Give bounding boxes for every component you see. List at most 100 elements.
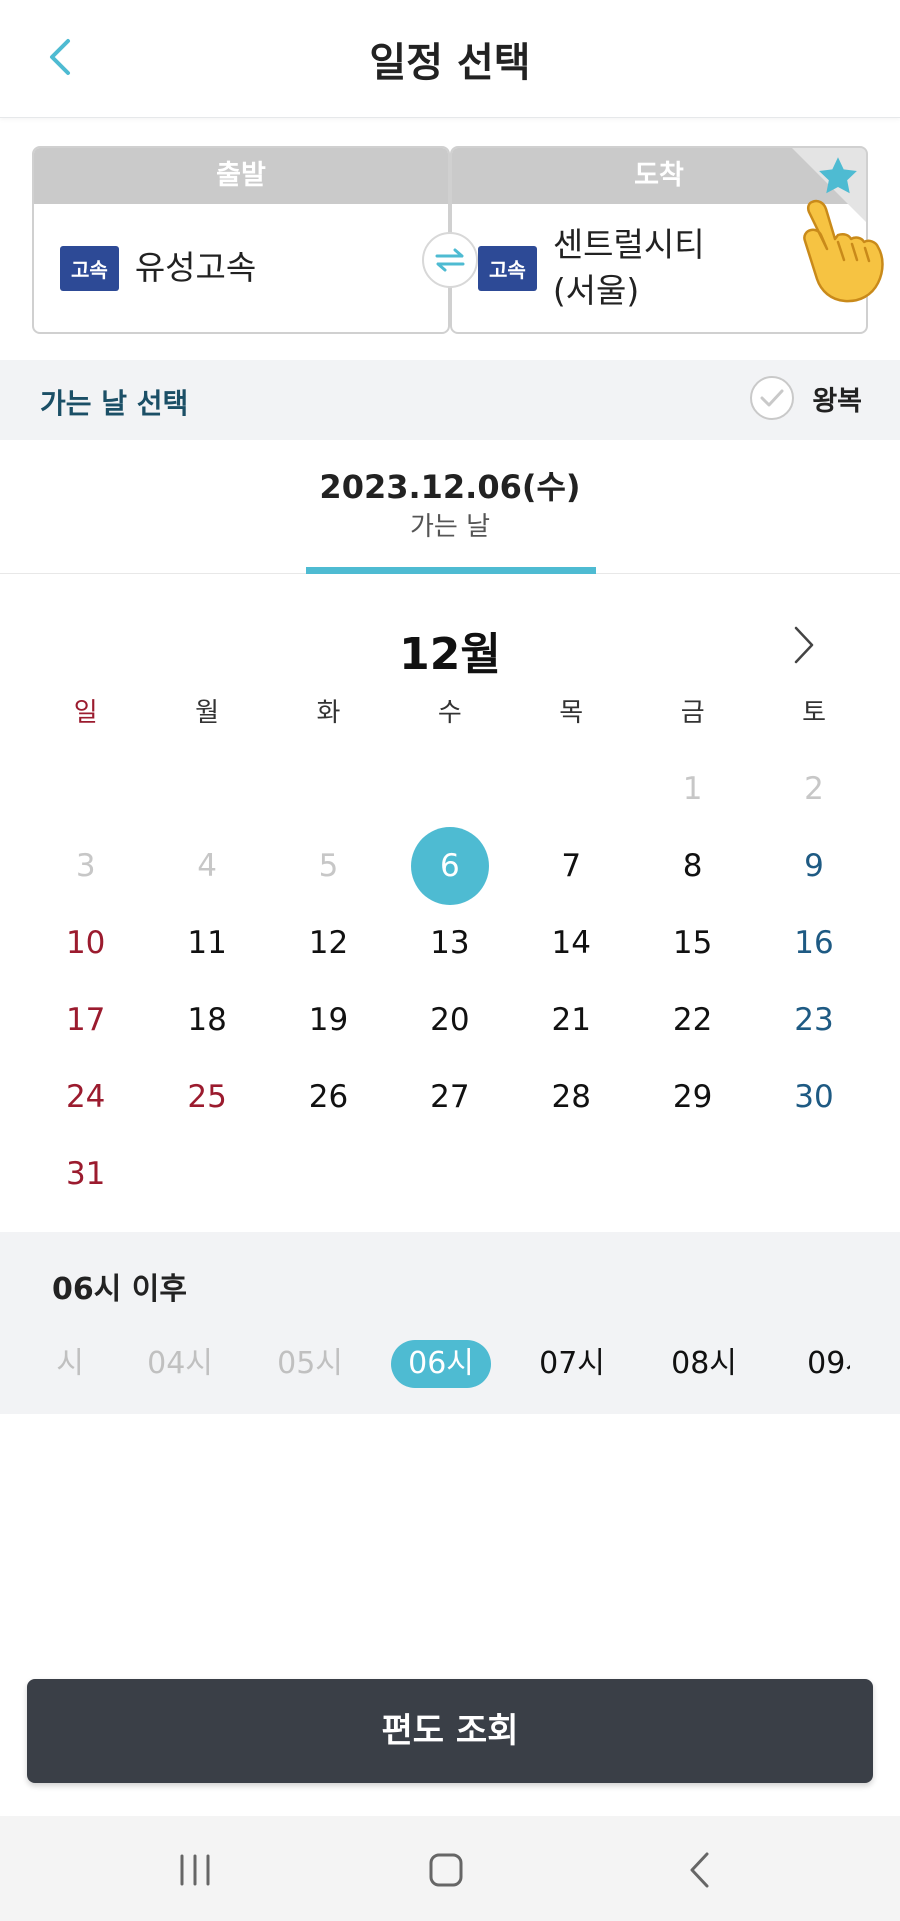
calendar-day[interactable]: 20 <box>389 981 510 1058</box>
calendar-day[interactable]: 12 <box>268 904 389 981</box>
star-icon <box>819 157 857 194</box>
recent-apps-icon <box>180 1854 210 1886</box>
calendar-day[interactable]: 19 <box>268 981 389 1058</box>
calendar-day[interactable]: 17 <box>25 981 146 1058</box>
calendar-empty-cell <box>389 750 510 827</box>
arrival-terminal: 센트럴시티 (서울) <box>553 222 723 314</box>
departure-badge: 고속 <box>60 245 119 291</box>
calendar-empty-cell <box>632 1135 753 1212</box>
date-section-bar: 가는 날 선택 왕복 <box>0 360 900 440</box>
selected-date-tab[interactable]: 2023.12.06(수) 가는 날 <box>0 440 900 574</box>
pointing-hand-icon <box>803 199 884 303</box>
weekday-label: 일 <box>73 698 98 728</box>
chevron-right-icon <box>794 626 814 664</box>
calendar-day: 2 <box>804 770 824 807</box>
calendar-day[interactable]: 18 <box>146 981 267 1058</box>
month-title: 12월 <box>399 629 501 680</box>
calendar-day[interactable]: 27 <box>389 1058 510 1135</box>
calendar-empty-cell <box>268 1135 389 1212</box>
weekday-label: 수 <box>437 698 462 728</box>
departure-date-label: 가는 날 선택 <box>40 387 189 420</box>
calendar-day[interactable]: 23 <box>753 981 874 1058</box>
calendar-day[interactable]: 10 <box>25 904 146 981</box>
time-option[interactable]: 07시 <box>532 1340 612 1388</box>
calendar-day[interactable]: 26 <box>268 1058 389 1135</box>
weekday-label: 금 <box>680 698 705 728</box>
calendar-grid: 1 2 3 4 5 6 7 8 9 10 11 12 13 14 15 16 1… <box>25 750 875 1212</box>
calendar-empty-cell <box>511 1135 632 1212</box>
calendar-day[interactable]: 9 <box>753 827 874 904</box>
calendar-empty-cell <box>753 1135 874 1212</box>
departure-box[interactable]: 출발 고속 유성고속 <box>32 146 450 334</box>
weekday-label: 목 <box>559 698 584 728</box>
one-way-search-button[interactable]: 편도 조회 <box>27 1679 873 1783</box>
calendar-day-holiday[interactable]: 25 <box>146 1058 267 1135</box>
calendar-day[interactable]: 11 <box>146 904 267 981</box>
departure-terminal: 유성고속 <box>134 248 257 287</box>
active-tab-indicator <box>306 567 596 574</box>
time-option: 04시 <box>147 1346 213 1381</box>
calendar-day[interactable]: 30 <box>753 1058 874 1135</box>
arrival-terminal-line1: 센트럴시티 <box>552 225 705 264</box>
system-navigation-bar <box>0 1816 900 1921</box>
calendar-empty-cell <box>146 750 267 827</box>
calendar-day[interactable]: 14 <box>511 904 632 981</box>
time-option[interactable]: 08시 <box>664 1340 744 1388</box>
calendar-empty-cell <box>389 1135 510 1212</box>
calendar-day[interactable]: 13 <box>389 904 510 981</box>
selected-date: 2023.12.06(수) <box>319 468 581 506</box>
calendar-week: 24 25 26 27 28 29 30 <box>25 1058 875 1135</box>
swap-arrows-icon <box>435 248 465 272</box>
time-option: 05시 <box>277 1346 343 1381</box>
calendar-day[interactable]: 24 <box>25 1058 146 1135</box>
time-filter-title: 06시 이후 <box>52 1272 187 1307</box>
calendar-day[interactable]: 21 <box>511 981 632 1058</box>
next-month-button[interactable] <box>782 620 826 670</box>
arrival-badge: 고속 <box>478 245 537 291</box>
calendar-empty-cell <box>268 750 389 827</box>
round-trip-toggle[interactable]: 왕복 <box>750 376 862 420</box>
calendar-day[interactable]: 29 <box>632 1058 753 1135</box>
check-icon <box>760 389 784 407</box>
calendar-day-selected[interactable]: 6 <box>389 826 510 905</box>
home-icon <box>429 1853 463 1887</box>
calendar-day: 1 <box>682 770 703 807</box>
calendar-week: 10 11 12 13 14 15 16 <box>25 904 875 981</box>
round-trip-checkbox[interactable] <box>750 376 795 420</box>
home-button[interactable] <box>416 1840 476 1900</box>
calendar-empty-cell <box>511 750 632 827</box>
calendar-day[interactable]: 7 <box>511 827 632 904</box>
time-option[interactable]: 09시 <box>800 1340 850 1388</box>
calendar-day[interactable]: 16 <box>753 904 874 981</box>
calendar-day[interactable]: 8 <box>632 827 753 904</box>
header: 일정 선택 <box>0 0 900 118</box>
weekday-label: 토 <box>802 698 826 728</box>
recent-apps-button[interactable] <box>165 1840 225 1900</box>
calendar-day[interactable]: 28 <box>511 1058 632 1135</box>
calendar-day[interactable]: 15 <box>632 904 753 981</box>
calendar-day[interactable]: 22 <box>632 981 753 1058</box>
time-option: 시 <box>56 1346 84 1381</box>
calendar-week: 31 <box>25 1135 875 1212</box>
weekday-header: 일 월 화 수 목 금 토 <box>25 692 875 729</box>
departure-time-panel: 06시 이후 시 04시 05시 06시 07시 08시 09시 <box>0 1232 900 1414</box>
departure-label: 출발 <box>34 148 448 204</box>
favorite-button[interactable] <box>816 154 860 202</box>
calendar-week: 17 18 19 20 21 22 23 <box>25 981 875 1058</box>
calendar-day: 3 <box>75 847 96 884</box>
swap-button[interactable] <box>422 232 478 288</box>
calendar-day: 4 <box>197 847 217 884</box>
weekday-label: 화 <box>316 698 341 728</box>
time-selector[interactable]: 시 04시 05시 06시 07시 08시 09시 <box>0 1334 850 1394</box>
time-option-selected[interactable]: 06시 <box>391 1340 491 1388</box>
page-title: 일정 선택 <box>369 40 531 86</box>
back-arrow-icon <box>690 1852 709 1888</box>
calendar-week: 1 2 <box>25 750 875 827</box>
system-back-button[interactable] <box>670 1840 730 1900</box>
calendar-day[interactable]: 31 <box>25 1135 146 1212</box>
calendar-day: 5 <box>318 847 339 884</box>
calendar-week: 3 4 5 6 7 8 9 <box>25 826 875 905</box>
calendar-empty-cell <box>25 750 146 827</box>
arrival-terminal-line2: (서울) <box>552 271 640 310</box>
month-header: 12월 <box>0 612 900 680</box>
